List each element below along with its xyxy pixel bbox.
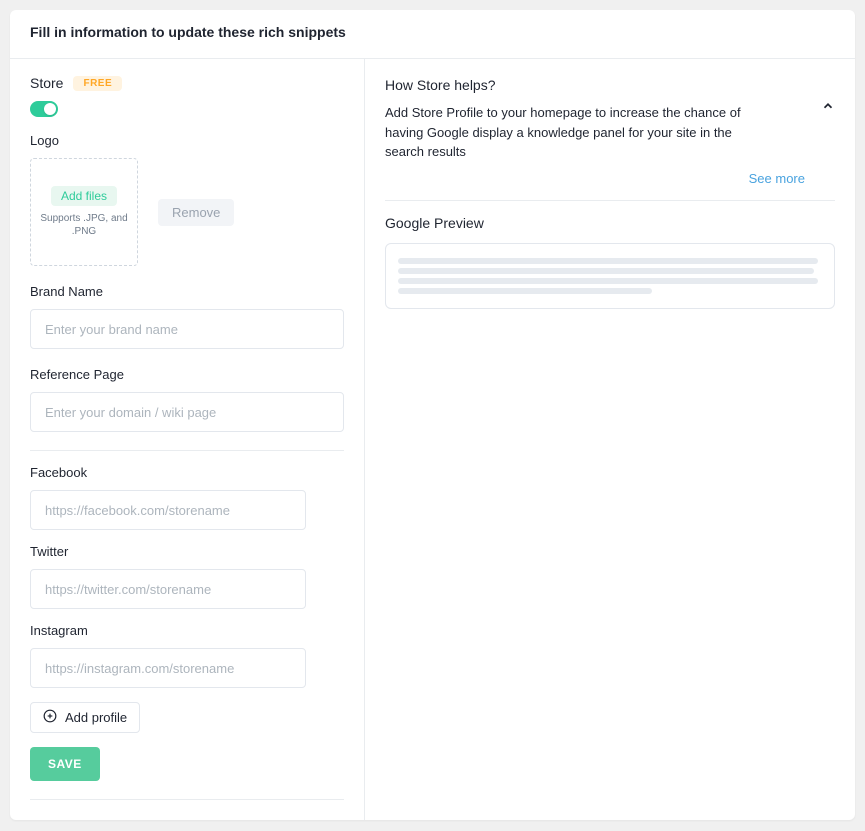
add-files-button[interactable]: Add files <box>51 186 117 206</box>
google-preview-card <box>385 243 835 309</box>
remove-logo-button[interactable]: Remove <box>158 199 234 226</box>
snippet-card: Fill in information to update these rich… <box>10 10 855 820</box>
twitter-label: Twitter <box>30 544 306 559</box>
preview-skeleton-line <box>398 268 814 274</box>
socials-group: Facebook Twitter Instagram <box>30 465 306 688</box>
footer-divider <box>30 799 344 800</box>
right-panel: How Store helps? Add Store Profile to yo… <box>365 59 855 820</box>
add-profile-label: Add profile <box>65 710 127 725</box>
card-title: Fill in information to update these rich… <box>30 24 835 40</box>
google-preview-title: Google Preview <box>385 215 835 231</box>
twitter-input[interactable] <box>30 569 306 609</box>
section-title-row: Store FREE <box>30 75 344 91</box>
see-more-row: See more <box>385 170 805 186</box>
logo-label: Logo <box>30 133 344 148</box>
brand-name-label: Brand Name <box>30 284 344 299</box>
logo-dropzone[interactable]: Add files Supports .JPG, and .PNG <box>30 158 138 266</box>
help-body: Add Store Profile to your homepage to in… <box>385 103 765 162</box>
reference-page-input[interactable] <box>30 392 344 432</box>
facebook-input[interactable] <box>30 490 306 530</box>
reference-page-field: Reference Page <box>30 367 344 432</box>
twitter-field: Twitter <box>30 544 306 609</box>
facebook-label: Facebook <box>30 465 306 480</box>
free-badge: FREE <box>73 76 122 91</box>
divider <box>30 450 344 451</box>
help-section: How Store helps? Add Store Profile to yo… <box>385 77 835 201</box>
facebook-field: Facebook <box>30 465 306 530</box>
see-more-link[interactable]: See more <box>749 171 805 186</box>
preview-skeleton-line <box>398 278 818 284</box>
preview-skeleton-line <box>398 258 818 264</box>
save-button[interactable]: SAVE <box>30 747 100 781</box>
chevron-up-icon[interactable] <box>821 99 835 116</box>
logo-uploader: Add files Supports .JPG, and .PNG Remove <box>30 158 344 266</box>
instagram-input[interactable] <box>30 648 306 688</box>
dropzone-hint: Supports .JPG, and .PNG <box>39 212 129 238</box>
instagram-label: Instagram <box>30 623 306 638</box>
brand-name-input[interactable] <box>30 309 344 349</box>
section-title: Store <box>30 75 63 91</box>
toggle-knob <box>44 103 56 115</box>
brand-name-field: Brand Name <box>30 284 344 349</box>
reference-page-label: Reference Page <box>30 367 344 382</box>
card-header: Fill in information to update these rich… <box>10 10 855 59</box>
preview-skeleton-line <box>398 288 652 294</box>
logo-field-group: Logo Add files Supports .JPG, and .PNG R… <box>30 133 344 266</box>
instagram-field: Instagram <box>30 623 306 688</box>
help-title: How Store helps? <box>385 77 805 93</box>
plus-circle-icon <box>43 709 57 726</box>
left-panel: Store FREE Logo Add files Supports .JPG,… <box>10 59 365 820</box>
add-profile-button[interactable]: Add profile <box>30 702 140 733</box>
store-toggle[interactable] <box>30 101 58 117</box>
card-body: Store FREE Logo Add files Supports .JPG,… <box>10 59 855 820</box>
